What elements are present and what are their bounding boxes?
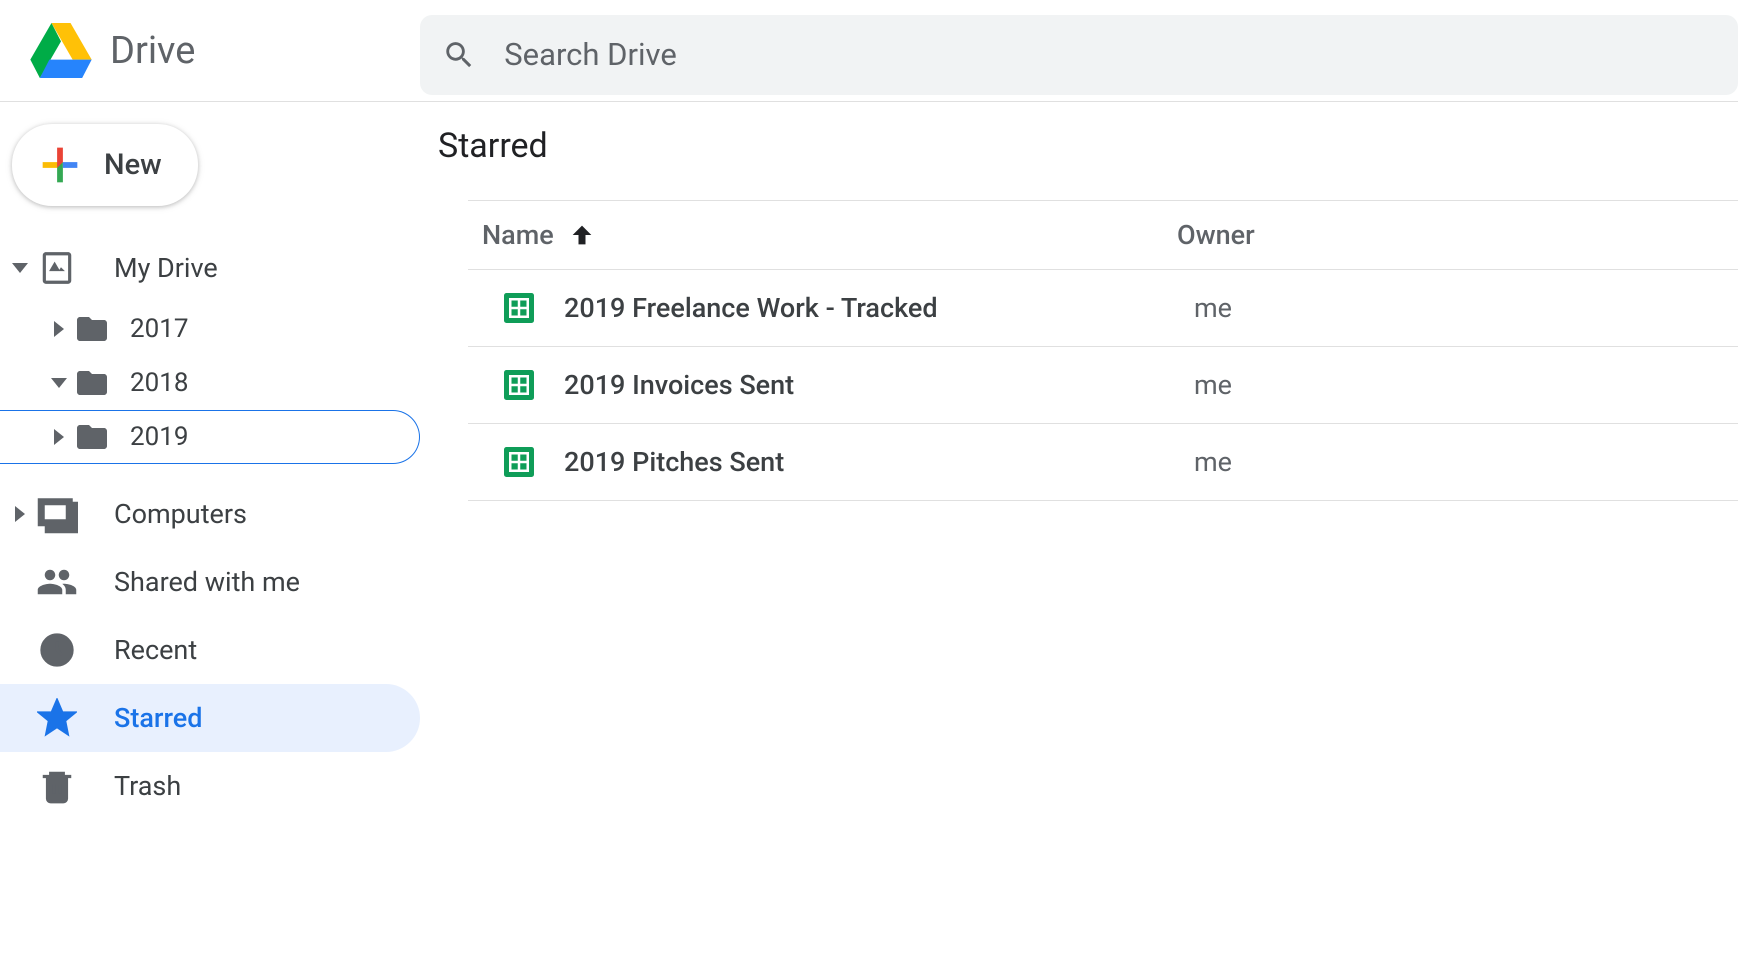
- nav-shared[interactable]: Shared with me: [0, 548, 420, 616]
- page-title: Starred: [438, 126, 1738, 166]
- computers-icon: [36, 493, 78, 535]
- star-icon: [37, 698, 77, 738]
- my-drive-icon: [38, 249, 76, 287]
- nav-trash[interactable]: Trash: [0, 752, 420, 820]
- sidebar: New My Drive 2017 2018 2019: [0, 102, 420, 972]
- expand-toggle[interactable]: [44, 429, 74, 445]
- nav-label: Shared with me: [114, 566, 300, 598]
- search-icon: [442, 37, 476, 73]
- nav-label: My Drive: [114, 252, 218, 284]
- column-owner[interactable]: Owner: [1177, 219, 1255, 251]
- nav-label: Recent: [114, 634, 197, 666]
- expand-toggle[interactable]: [44, 321, 74, 337]
- column-name-label: Name: [482, 219, 554, 251]
- nav-label: Starred: [114, 702, 202, 734]
- column-owner-label: Owner: [1177, 219, 1255, 251]
- new-button-label: New: [104, 148, 162, 182]
- table-header: Name Owner: [468, 200, 1738, 270]
- nav-my-drive[interactable]: My Drive: [0, 234, 420, 302]
- nav-label: Trash: [114, 770, 181, 802]
- file-owner: me: [1194, 292, 1232, 324]
- file-row[interactable]: 2019 Invoices Sent me: [468, 347, 1738, 424]
- folder-icon: [74, 365, 110, 401]
- new-button[interactable]: New: [12, 124, 198, 206]
- file-name: 2019 Pitches Sent: [564, 446, 1194, 478]
- expand-toggle[interactable]: [4, 506, 36, 522]
- file-name: 2019 Invoices Sent: [564, 369, 1194, 401]
- trash-icon: [38, 767, 76, 805]
- sheets-icon: [504, 370, 534, 400]
- header: Drive: [0, 0, 1738, 102]
- file-owner: me: [1194, 369, 1232, 401]
- sheets-icon: [504, 293, 534, 323]
- nav-label: Computers: [114, 498, 247, 530]
- folder-label: 2018: [130, 368, 188, 398]
- nav-recent[interactable]: Recent: [0, 616, 420, 684]
- sort-ascending-icon: [568, 221, 596, 249]
- main-layout: New My Drive 2017 2018 2019: [0, 102, 1738, 972]
- nav-starred[interactable]: Starred: [0, 684, 420, 752]
- shared-icon: [36, 561, 78, 603]
- expand-toggle[interactable]: [4, 263, 36, 273]
- search-bar[interactable]: [420, 15, 1738, 95]
- column-name[interactable]: Name: [482, 219, 1177, 251]
- folder-label: 2017: [130, 314, 188, 344]
- plus-icon: [34, 139, 86, 191]
- file-row[interactable]: 2019 Pitches Sent me: [468, 424, 1738, 501]
- file-name: 2019 Freelance Work - Tracked: [564, 292, 1194, 324]
- nav-computers[interactable]: Computers: [0, 480, 420, 548]
- folder-2018[interactable]: 2018: [0, 356, 420, 410]
- file-row[interactable]: 2019 Freelance Work - Tracked me: [468, 270, 1738, 347]
- expand-toggle[interactable]: [44, 378, 74, 388]
- search-input[interactable]: [504, 36, 1716, 73]
- folder-2017[interactable]: 2017: [0, 302, 420, 356]
- folder-icon: [74, 311, 110, 347]
- folder-label: 2019: [130, 422, 188, 452]
- sheets-icon: [504, 447, 534, 477]
- file-owner: me: [1194, 446, 1232, 478]
- recent-icon: [37, 630, 77, 670]
- content-area: Starred Name Owner 2019 Freelance Work -…: [420, 102, 1738, 972]
- folder-2019[interactable]: 2019: [0, 410, 420, 464]
- folder-icon: [74, 419, 110, 455]
- drive-logo-icon: [30, 23, 92, 78]
- app-title: Drive: [110, 29, 195, 73]
- logo-section[interactable]: Drive: [0, 23, 420, 78]
